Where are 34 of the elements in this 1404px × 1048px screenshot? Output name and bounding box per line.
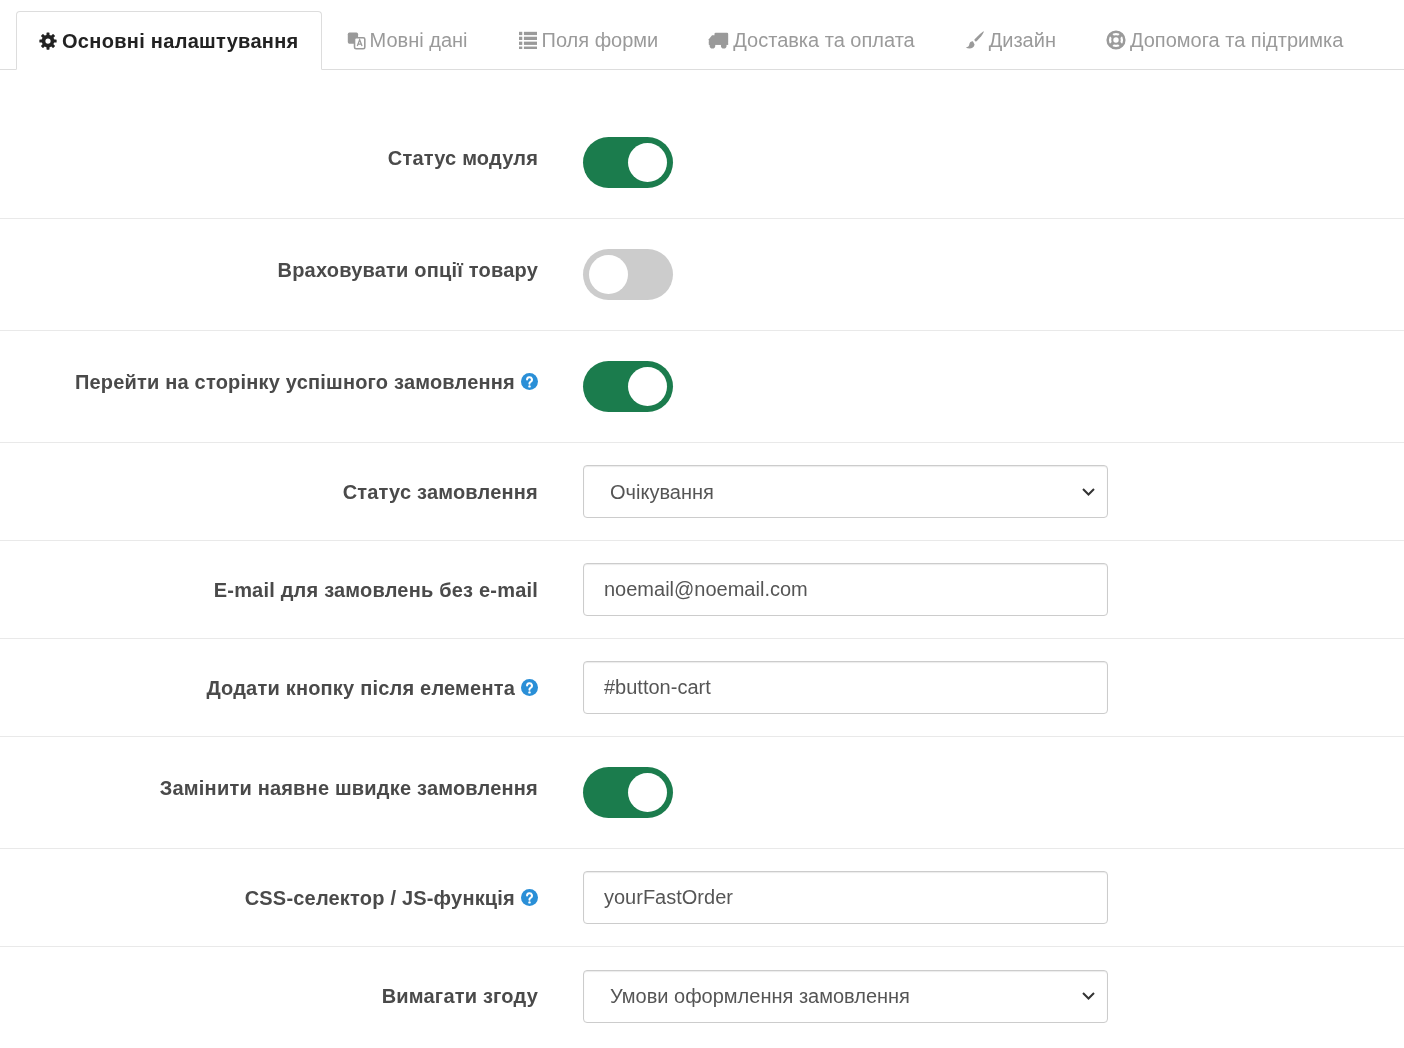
setting-label: Перейти на сторінку успішного замовлення xyxy=(74,369,515,395)
toggle-knob xyxy=(628,773,667,812)
paintbrush-icon xyxy=(964,30,985,50)
setting-label: Статус замовлення xyxy=(342,479,538,505)
chevron-down-icon xyxy=(1082,992,1095,1000)
toggle-switch[interactable] xyxy=(583,249,673,300)
toggle-knob xyxy=(628,143,667,182)
setting-label: Вимагати згоду xyxy=(381,984,538,1009)
toggle-switch[interactable] xyxy=(583,767,673,818)
dropdown[interactable]: Умови оформлення замовлення xyxy=(583,969,1108,1023)
setting-label: Додати кнопку після елемента xyxy=(206,675,515,701)
setting-label: CSS-селектор / JS-функція xyxy=(244,885,515,911)
language-icon xyxy=(346,30,366,50)
truck-icon xyxy=(708,31,730,49)
list-icon xyxy=(517,31,538,49)
text-field[interactable]: noemail@noemail.com xyxy=(583,563,1108,616)
toggle-knob xyxy=(589,255,628,294)
help-icon[interactable] xyxy=(521,679,538,696)
setting-label: E-mail для замовлень без e-mail xyxy=(213,577,538,603)
setting-label: Замінити наявне швидке замовлення xyxy=(159,775,538,801)
toggle-switch[interactable] xyxy=(583,361,673,412)
text-field[interactable]: #button-cart xyxy=(583,661,1108,714)
setting-label: Враховувати опції товару xyxy=(277,257,538,283)
chevron-down-icon xyxy=(1082,487,1095,496)
setting-label: Статус модуля xyxy=(387,145,538,171)
gear-icon xyxy=(39,31,57,50)
text-field[interactable]: yourFastOrder xyxy=(583,871,1108,924)
dropdown[interactable]: Очікування xyxy=(583,465,1108,518)
toggle-knob xyxy=(628,367,667,406)
help-icon[interactable] xyxy=(521,373,538,390)
tab[interactable]: Основні налаштування xyxy=(16,11,322,70)
help-icon[interactable] xyxy=(521,889,538,906)
toggle-switch[interactable] xyxy=(583,137,673,188)
lifebuoy-icon xyxy=(1105,30,1126,50)
